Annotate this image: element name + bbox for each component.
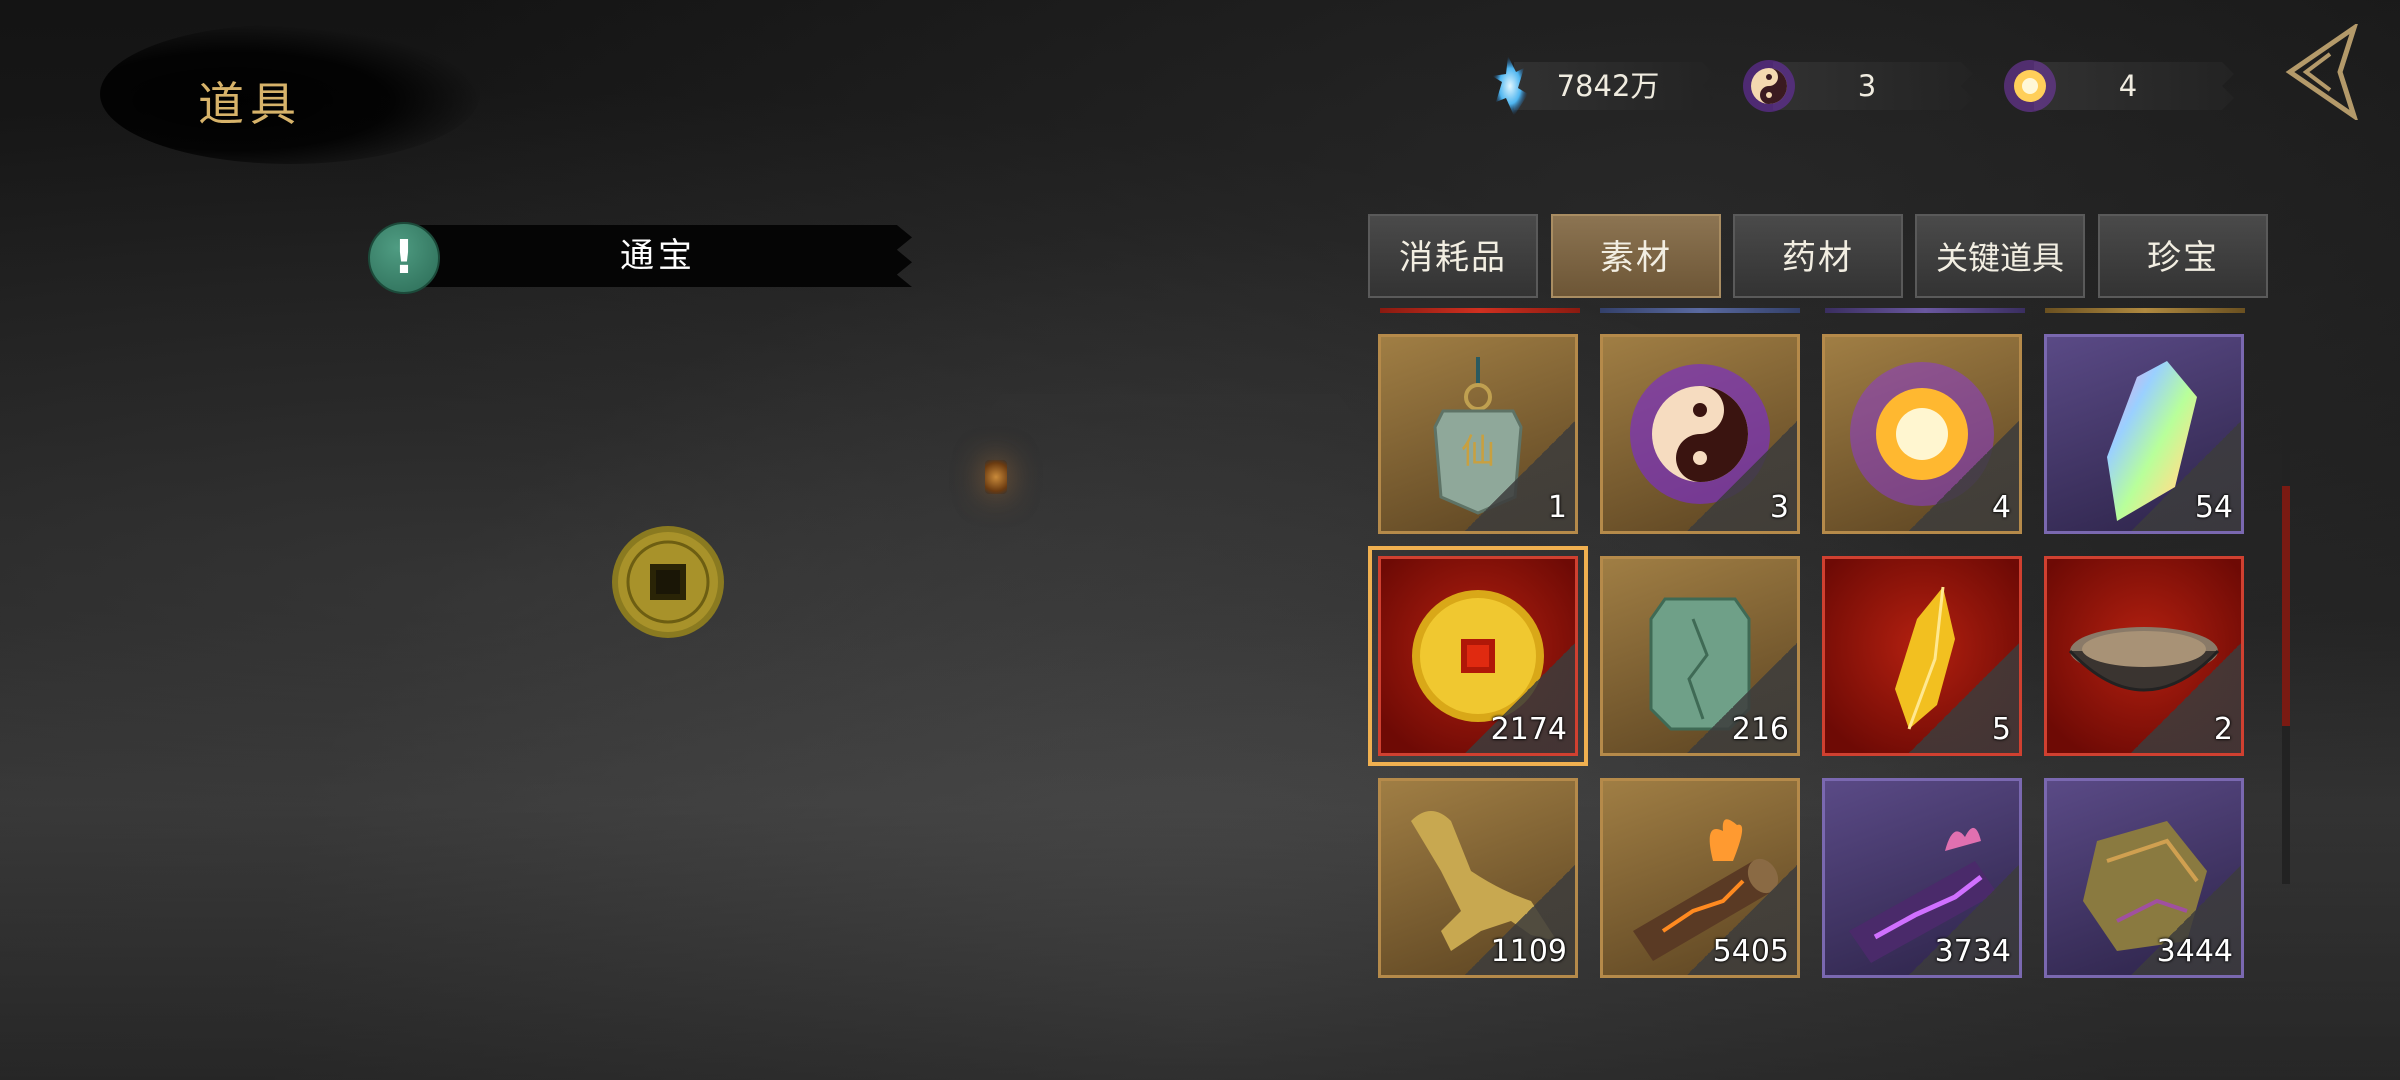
item-count: 216 (1731, 712, 1789, 747)
inventory-slot[interactable]: 1109 (1378, 778, 1578, 978)
rarity-strip (1380, 308, 1580, 313)
item-count: 5 (1991, 712, 2011, 747)
gold-coin-icon (612, 526, 724, 638)
currency-sun-orb[interactable]: 4 (1998, 60, 2238, 112)
blue-spirit-crystal-icon (1492, 56, 1528, 116)
tab-materials[interactable]: 素材 (1551, 214, 1721, 298)
inventory-slot[interactable]: 4 (1822, 334, 2022, 534)
inventory-grid: 仙 1 3 4 54 (1368, 334, 2258, 978)
rarity-strip (1825, 308, 2025, 313)
currency-value: 7842万 (1556, 69, 1660, 103)
item-count: 1109 (1490, 934, 1567, 969)
tab-herbs[interactable]: 药材 (1733, 214, 1903, 298)
item-count: 5405 (1712, 934, 1789, 969)
inventory-scrollbar-thumb[interactable] (2282, 486, 2290, 726)
currency-spirit-crystal[interactable]: 7842万 (1478, 56, 1718, 116)
item-count: 54 (2194, 490, 2233, 525)
item-count: 3734 (1934, 934, 2011, 969)
inventory-slot[interactable]: 5405 (1600, 778, 1800, 978)
inventory-slot[interactable]: 3 (1600, 334, 1800, 534)
category-tabs: 消耗品 素材 药材 关键道具 珍宝 (1368, 214, 2268, 298)
back-button[interactable] (2270, 24, 2360, 120)
rarity-strip (2045, 308, 2245, 313)
tab-key-items[interactable]: 关键道具 (1915, 214, 2085, 298)
currency-taiji-orb[interactable]: 3 (1737, 60, 1977, 112)
inventory-slot[interactable]: 5 (1822, 556, 2022, 756)
item-count: 4 (1991, 490, 2011, 525)
item-count: 1 (1547, 490, 1567, 525)
selected-item-name: 通宝 (620, 236, 696, 276)
exclamation-icon (368, 222, 440, 294)
currency-value: 4 (2118, 69, 2138, 103)
inventory-slot[interactable]: 3734 (1822, 778, 2022, 978)
inventory-slot[interactable]: 54 (2044, 334, 2244, 534)
lantern-light (985, 460, 1007, 494)
selected-item-banner: 通宝 (368, 222, 912, 294)
distant-building (960, 394, 1380, 450)
inventory-slot[interactable]: 3444 (2044, 778, 2244, 978)
inventory-slot-selected[interactable]: 2174 (1368, 546, 1588, 766)
currency-value: 3 (1857, 69, 1877, 103)
item-count: 2 (2213, 712, 2233, 747)
item-count: 3 (1769, 490, 1789, 525)
item-count: 3444 (2156, 934, 2233, 969)
tab-consumables[interactable]: 消耗品 (1368, 214, 1538, 298)
inventory-slot[interactable]: 216 (1600, 556, 1800, 756)
inventory-slot[interactable]: 仙 1 (1378, 334, 1578, 534)
sun-orb-icon (2004, 60, 2056, 112)
page-title: 道具 (198, 77, 302, 131)
inventory-slot[interactable]: 2 (2044, 556, 2244, 756)
item-count: 2174 (1490, 712, 1567, 747)
tab-treasures[interactable]: 珍宝 (2098, 214, 2268, 298)
taiji-orb-icon (1743, 60, 1795, 112)
rarity-strip (1600, 308, 1800, 313)
